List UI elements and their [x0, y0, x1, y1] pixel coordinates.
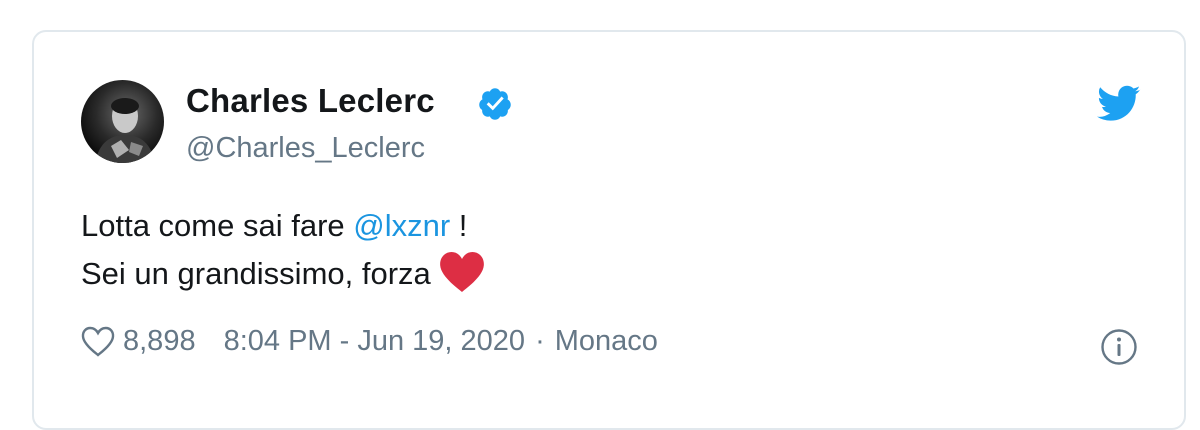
- avatar[interactable]: [81, 80, 164, 163]
- like-count[interactable]: 8,898: [123, 325, 196, 358]
- footer-separator: ·: [535, 325, 545, 357]
- verified-badge-icon: [479, 88, 511, 120]
- tweet-line-1: Lotta come sai fare @lxznr !: [81, 202, 485, 250]
- tweet-card[interactable]: Charles Leclerc @Charles_Leclerc Lotta c…: [32, 30, 1186, 430]
- twitter-bird-icon[interactable]: [1097, 85, 1141, 123]
- tweet-timestamp[interactable]: 8:04 PM - Jun 19, 2020: [224, 325, 525, 358]
- tweet-location[interactable]: Monaco: [555, 325, 658, 358]
- red-heart-emoji: [439, 252, 484, 292]
- author-name[interactable]: Charles Leclerc: [186, 82, 435, 120]
- tweet-footer: 8,898 8:04 PM - Jun 19, 2020 · Monaco: [81, 325, 658, 358]
- heart-outline-icon[interactable]: [81, 326, 115, 358]
- author-handle[interactable]: @Charles_Leclerc: [186, 132, 425, 165]
- tweet-line-1-suffix: !: [450, 208, 468, 243]
- tweet-line-2-text: Sei un grandissimo, forza: [81, 256, 431, 291]
- tweet-line-2: Sei un grandissimo, forza: [81, 250, 485, 298]
- tweet-line-1-text: Lotta come sai fare: [81, 208, 354, 243]
- tweet-text: Lotta come sai fare @lxznr ! Sei un gran…: [81, 202, 485, 298]
- info-icon[interactable]: [1100, 328, 1138, 366]
- mention-link[interactable]: @lxznr: [353, 208, 450, 243]
